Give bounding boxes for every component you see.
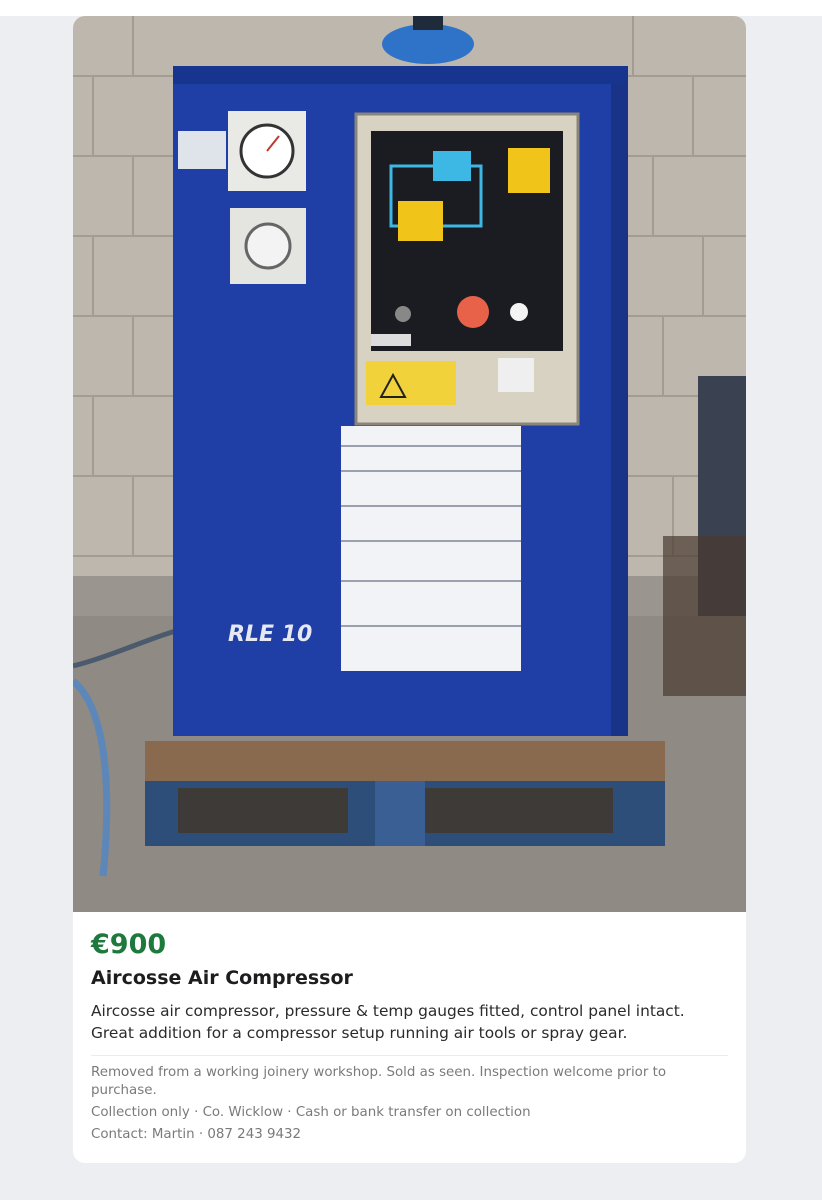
- listing-contact[interactable]: Contact: Martin · 087 243 9432: [91, 1126, 728, 1144]
- listing-body: €900 Aircosse Air Compressor Aircosse ai…: [91, 928, 728, 1148]
- listing-description: Aircosse air compressor, pressure & temp…: [91, 1002, 685, 1042]
- listing-title[interactable]: Aircosse Air Compressor: [91, 964, 728, 992]
- top-strip: [0, 0, 822, 16]
- listing-details: Removed from a working joinery workshop.…: [91, 1065, 667, 1098]
- price: €900: [91, 929, 167, 960]
- listing-logistics: Collection only · Co. Wicklow · Cash or …: [91, 1105, 531, 1120]
- listing-photo[interactable]: RLE 10: [73, 16, 746, 912]
- unit-model-text: RLE 10: [228, 622, 312, 647]
- divider: [91, 1055, 728, 1056]
- listing-card[interactable]: RLE 10 €900 Aircosse Air Compressor Airc…: [73, 16, 746, 1163]
- compressor-photo: RLE 10: [73, 16, 746, 912]
